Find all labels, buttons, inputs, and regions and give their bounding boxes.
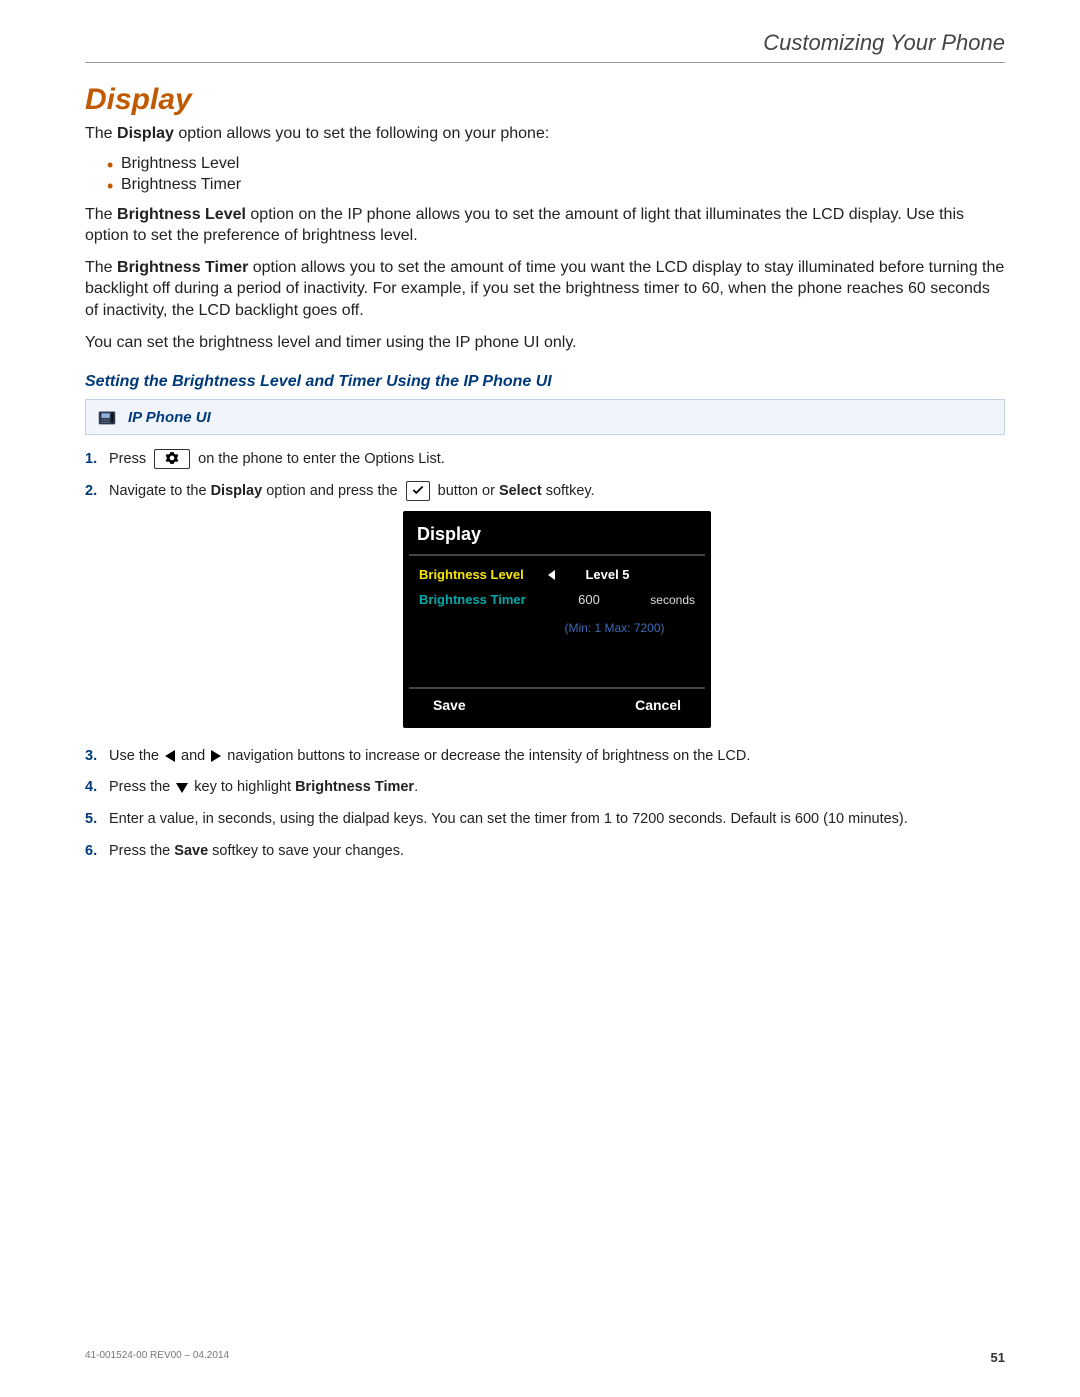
text: Press the [109, 779, 174, 795]
brightness-level-paragraph: The Brightness Level option on the IP ph… [85, 204, 1005, 247]
lcd-field-value: 600 [541, 590, 637, 610]
text: navigation buttons to increase or decrea… [223, 748, 750, 764]
lcd-row-brightness-timer: Brightness Timer 600 seconds [409, 587, 705, 613]
step-item: Navigate to the Display option and press… [85, 481, 1005, 728]
lcd-field-value: Level 5 [541, 565, 637, 585]
sub-heading: Setting the Brightness Level and Timer U… [85, 373, 1005, 391]
text-bold: Brightness Timer [295, 779, 414, 795]
text: Level 5 [585, 567, 629, 582]
text: The [85, 125, 117, 142]
text: Use the [109, 748, 163, 764]
text: The [85, 206, 117, 223]
text: Press [109, 451, 146, 467]
lcd-softkey-cancel: Cancel [635, 695, 681, 716]
lcd-title: Display [409, 517, 705, 556]
left-arrow-icon [548, 570, 555, 580]
text: The [85, 259, 117, 276]
text-bold: Select [499, 483, 542, 499]
lcd-row-brightness-level: Brightness Level Level 5 [409, 562, 705, 588]
left-arrow-icon [165, 750, 175, 762]
page-number: 51 [991, 1350, 1005, 1365]
lcd-body: Brightness Level Level 5 Brightness Time… [409, 556, 705, 687]
lcd-softkey-save: Save [433, 695, 466, 716]
intro-paragraph: The Display option allows you to set the… [85, 123, 1005, 145]
step-item: Press on the phone to enter the Options … [85, 449, 1005, 471]
text-bold: Display [211, 483, 263, 499]
text-bold: Display [117, 125, 174, 142]
text: option and press the [262, 483, 401, 499]
brightness-timer-paragraph: The Brightness Timer option allows you t… [85, 257, 1005, 322]
step-item: Press the Save softkey to save your chan… [85, 841, 1005, 863]
text: . [414, 779, 418, 795]
procedure-steps: Press on the phone to enter the Options … [85, 449, 1005, 863]
right-arrow-icon [211, 750, 221, 762]
section-heading: Display [85, 83, 1005, 117]
lcd-softkey-row: Save Cancel [409, 687, 705, 722]
check-box-icon [406, 481, 430, 501]
lcd-hint: (Min: 1 Max: 7200) [409, 613, 705, 637]
list-item: Brightness Timer [107, 176, 1005, 194]
ip-phone-ui-callout: IP Phone UI [85, 399, 1005, 435]
step-item: Press the key to highlight Brightness Ti… [85, 777, 1005, 799]
text: button or [434, 483, 499, 499]
text: softkey to save your changes. [208, 843, 404, 859]
feature-bullet-list: Brightness Level Brightness Timer [107, 155, 1005, 194]
down-arrow-icon [176, 783, 188, 793]
callout-label: IP Phone UI [128, 409, 211, 426]
text: softkey. [542, 483, 595, 499]
lcd-field-label: Brightness Level [419, 565, 541, 585]
step-item: Use the and navigation buttons to increa… [85, 746, 1005, 768]
text-bold: Save [174, 843, 208, 859]
lcd-field-unit: seconds [637, 591, 695, 609]
chapter-title: Customizing Your Phone [85, 30, 1005, 56]
lcd-display-screenshot: Display Brightness Level Level 5 Brightn… [403, 511, 711, 728]
list-item: Brightness Level [107, 155, 1005, 173]
text: and [177, 748, 209, 764]
step-item: Enter a value, in seconds, using the dia… [85, 809, 1005, 831]
text: Press the [109, 843, 174, 859]
gear-key-icon [154, 449, 190, 469]
text-bold: Brightness Level [117, 206, 246, 223]
text: option allows you to set the following o… [174, 125, 549, 142]
header-divider [85, 62, 1005, 63]
footer-doc-id: 41-001524-00 REV00 – 04.2014 [85, 1350, 229, 1365]
text: on the phone to enter the Options List. [198, 451, 445, 467]
page-footer: 41-001524-00 REV00 – 04.2014 51 [85, 1350, 1005, 1365]
lcd-field-label: Brightness Timer [419, 590, 541, 610]
text-bold: Brightness Timer [117, 259, 248, 276]
note-paragraph: You can set the brightness level and tim… [85, 332, 1005, 354]
text: key to highlight [190, 779, 295, 795]
text: Navigate to the [109, 483, 211, 499]
desk-phone-icon [96, 406, 118, 428]
